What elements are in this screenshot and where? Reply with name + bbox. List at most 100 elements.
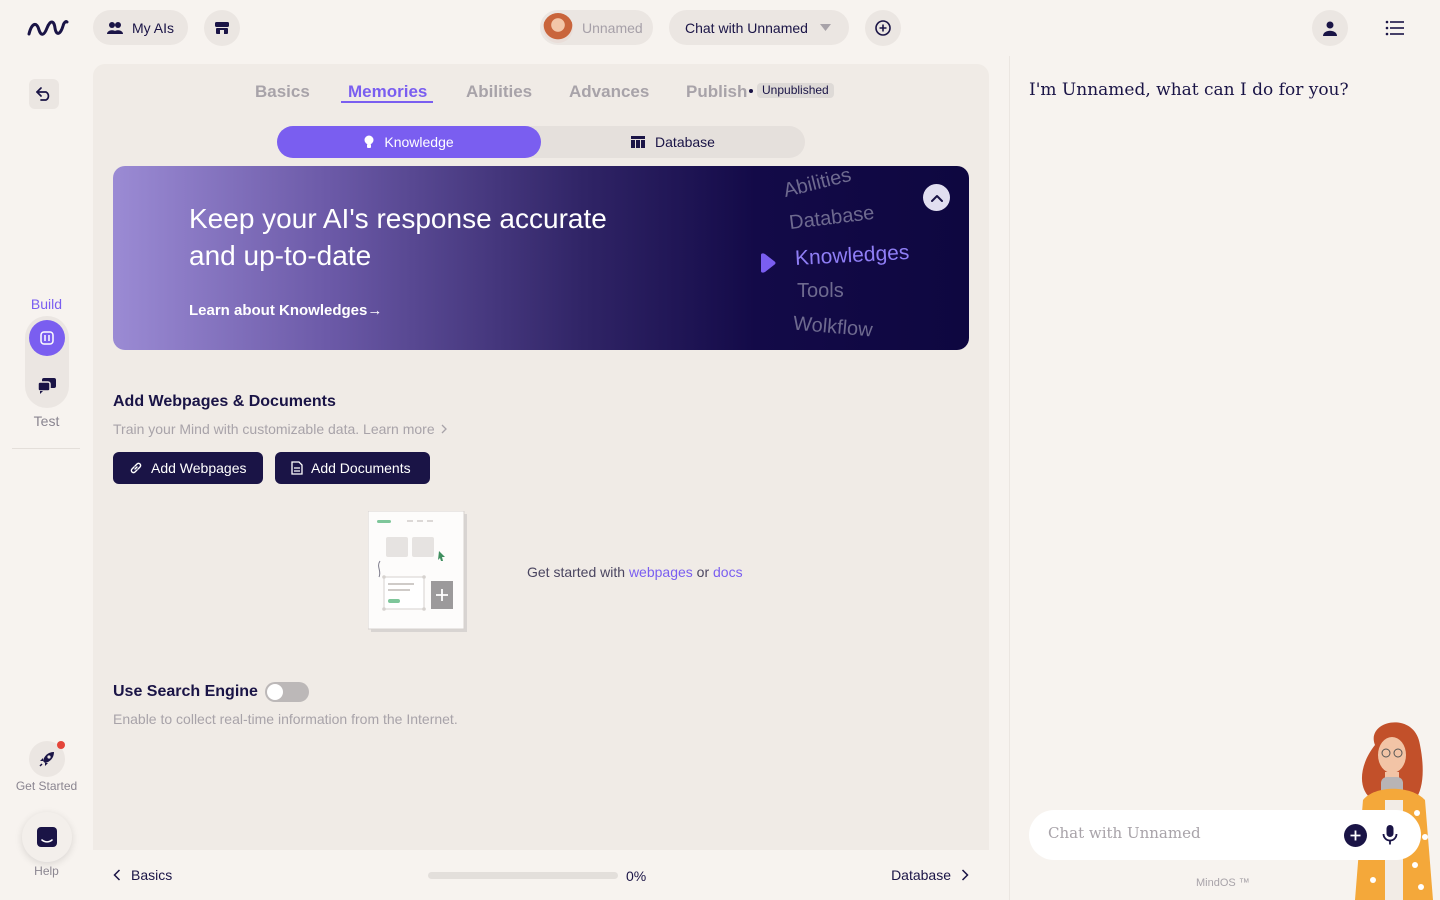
chat-input-box — [1029, 810, 1421, 860]
search-engine-toggle[interactable] — [265, 682, 309, 702]
divider — [12, 448, 80, 449]
wheel-item-database: Database — [787, 201, 876, 235]
wheel-item-workflow: Wolkflow — [792, 312, 874, 342]
knowledge-segment[interactable]: Knowledge — [277, 126, 541, 158]
next-step-button[interactable]: Database — [891, 867, 969, 883]
mindos-logo[interactable] — [27, 16, 69, 40]
chevron-left-icon — [113, 869, 121, 881]
add-documents-button[interactable]: Add Documents — [275, 452, 430, 484]
webpages-section-title: Add Webpages & Documents — [113, 393, 336, 410]
search-engine-title: Use Search Engine — [113, 683, 258, 700]
build-mode-button[interactable] — [29, 320, 65, 356]
subtitle-text[interactable]: Train your Mind with customizable data. … — [113, 421, 435, 437]
users-icon — [107, 21, 123, 34]
build-panel: Basics Memories Abilities Advances Publi… — [93, 64, 989, 850]
previous-step-button[interactable]: Basics — [113, 867, 172, 883]
list-menu-icon[interactable] — [1385, 20, 1405, 36]
previous-step-label: Basics — [131, 867, 173, 883]
tab-advances[interactable]: Advances — [569, 82, 649, 102]
ai-name: Unnamed — [582, 19, 643, 36]
banner-title: Keep your AI's response accurate and up-… — [189, 203, 607, 271]
get-started-label: Get Started — [15, 779, 78, 793]
add-documents-label: Add Documents — [311, 460, 411, 476]
chat-plus-icon — [875, 20, 891, 36]
microphone-icon[interactable] — [1380, 824, 1400, 846]
active-tab-indicator — [341, 101, 433, 103]
chevron-right-icon — [961, 869, 969, 881]
test-label: Test — [33, 413, 60, 429]
tab-memories[interactable]: Memories — [348, 82, 427, 102]
help-chat-icon — [37, 827, 57, 847]
wheel-item-abilities: Abilities — [781, 166, 854, 203]
store-button[interactable] — [204, 10, 240, 46]
sliders-icon — [40, 331, 54, 345]
webpages-link[interactable]: webpages — [629, 564, 693, 580]
next-step-label: Database — [891, 867, 951, 883]
publish-status-badge: Unpublished — [757, 83, 834, 98]
panel-divider — [1009, 56, 1010, 900]
ai-profile-pill[interactable]: Unnamed — [540, 10, 653, 45]
database-segment[interactable]: Database — [541, 126, 805, 158]
document-icon — [291, 461, 303, 475]
left-rail: Build Test Get Started Help — [0, 56, 93, 900]
chat-input[interactable] — [1048, 824, 1338, 842]
webpages-section-subtitle: Train your Mind with customizable data. … — [113, 421, 447, 437]
knowledge-banner: Keep your AI's response accurate and up-… — [113, 166, 969, 350]
step-footer: Basics 0% Database — [93, 850, 989, 900]
assistant-greeting: I'm Unnamed, what can I do for you? — [1029, 80, 1349, 100]
plus-icon — [1350, 830, 1361, 841]
add-webpages-button[interactable]: Add Webpages — [113, 452, 263, 484]
collapse-banner-button[interactable] — [923, 184, 950, 211]
link-icon — [130, 462, 142, 474]
undo-icon — [36, 87, 50, 101]
completion-progress-bar — [428, 872, 618, 879]
help-button[interactable] — [22, 812, 72, 862]
chat-select[interactable]: Chat with Unnamed — [669, 10, 849, 45]
lightbulb-icon — [364, 135, 374, 148]
attach-button[interactable] — [1344, 824, 1367, 847]
learn-knowledges-link[interactable]: Learn about Knowledges→ — [189, 302, 382, 319]
wheel-item-tools: Tools — [797, 280, 844, 302]
pointer-icon — [761, 253, 776, 273]
my-ais-button[interactable]: My AIs — [93, 10, 188, 45]
chevron-down-icon — [819, 24, 831, 31]
mode-switcher — [25, 316, 69, 408]
chat-bubbles-icon[interactable] — [35, 374, 59, 398]
tab-publish[interactable]: Publish — [686, 82, 747, 102]
table-icon — [631, 136, 646, 148]
badge-dot — [749, 89, 753, 93]
memory-type-switch: Knowledge Database — [277, 126, 805, 158]
build-label: Build — [30, 296, 63, 312]
new-chat-button[interactable] — [865, 10, 901, 46]
back-button[interactable] — [29, 79, 59, 109]
chevron-up-icon — [930, 194, 943, 202]
search-engine-subtitle: Enable to collect real-time information … — [113, 711, 458, 727]
help-label: Help — [34, 864, 59, 878]
my-ais-label: My AIs — [132, 19, 175, 36]
knowledge-label: Knowledge — [384, 134, 454, 150]
user-icon — [1323, 21, 1337, 36]
tab-basics[interactable]: Basics — [255, 82, 310, 102]
rocket-icon — [39, 752, 54, 767]
progress-percent: 0% — [626, 868, 647, 884]
empty-state-message: Get started with webpages or docs — [527, 564, 743, 580]
avatar — [543, 12, 573, 43]
wheel-item-knowledges: Knowledges — [794, 241, 910, 270]
empty-state-illustration — [368, 511, 467, 632]
empty-or: or — [696, 564, 710, 580]
empty-prefix: Get started with — [527, 564, 626, 580]
notification-dot — [57, 741, 65, 749]
chevron-right-icon — [441, 424, 447, 434]
avatar-character — [1355, 722, 1433, 900]
tab-bar: Basics Memories Abilities Advances Publi… — [93, 82, 989, 108]
top-bar: My AIs Unnamed Chat with Unnamed — [0, 0, 1440, 56]
toggle-knob — [267, 684, 283, 700]
add-webpages-label: Add Webpages — [151, 460, 247, 476]
database-label: Database — [655, 134, 715, 150]
tab-abilities[interactable]: Abilities — [466, 82, 532, 102]
docs-link[interactable]: docs — [713, 564, 743, 580]
user-account-button[interactable] — [1312, 10, 1348, 46]
store-icon — [215, 22, 229, 34]
chat-select-label: Chat with Unnamed — [685, 19, 808, 36]
brand-footer: MindOS ™ — [1196, 877, 1250, 889]
